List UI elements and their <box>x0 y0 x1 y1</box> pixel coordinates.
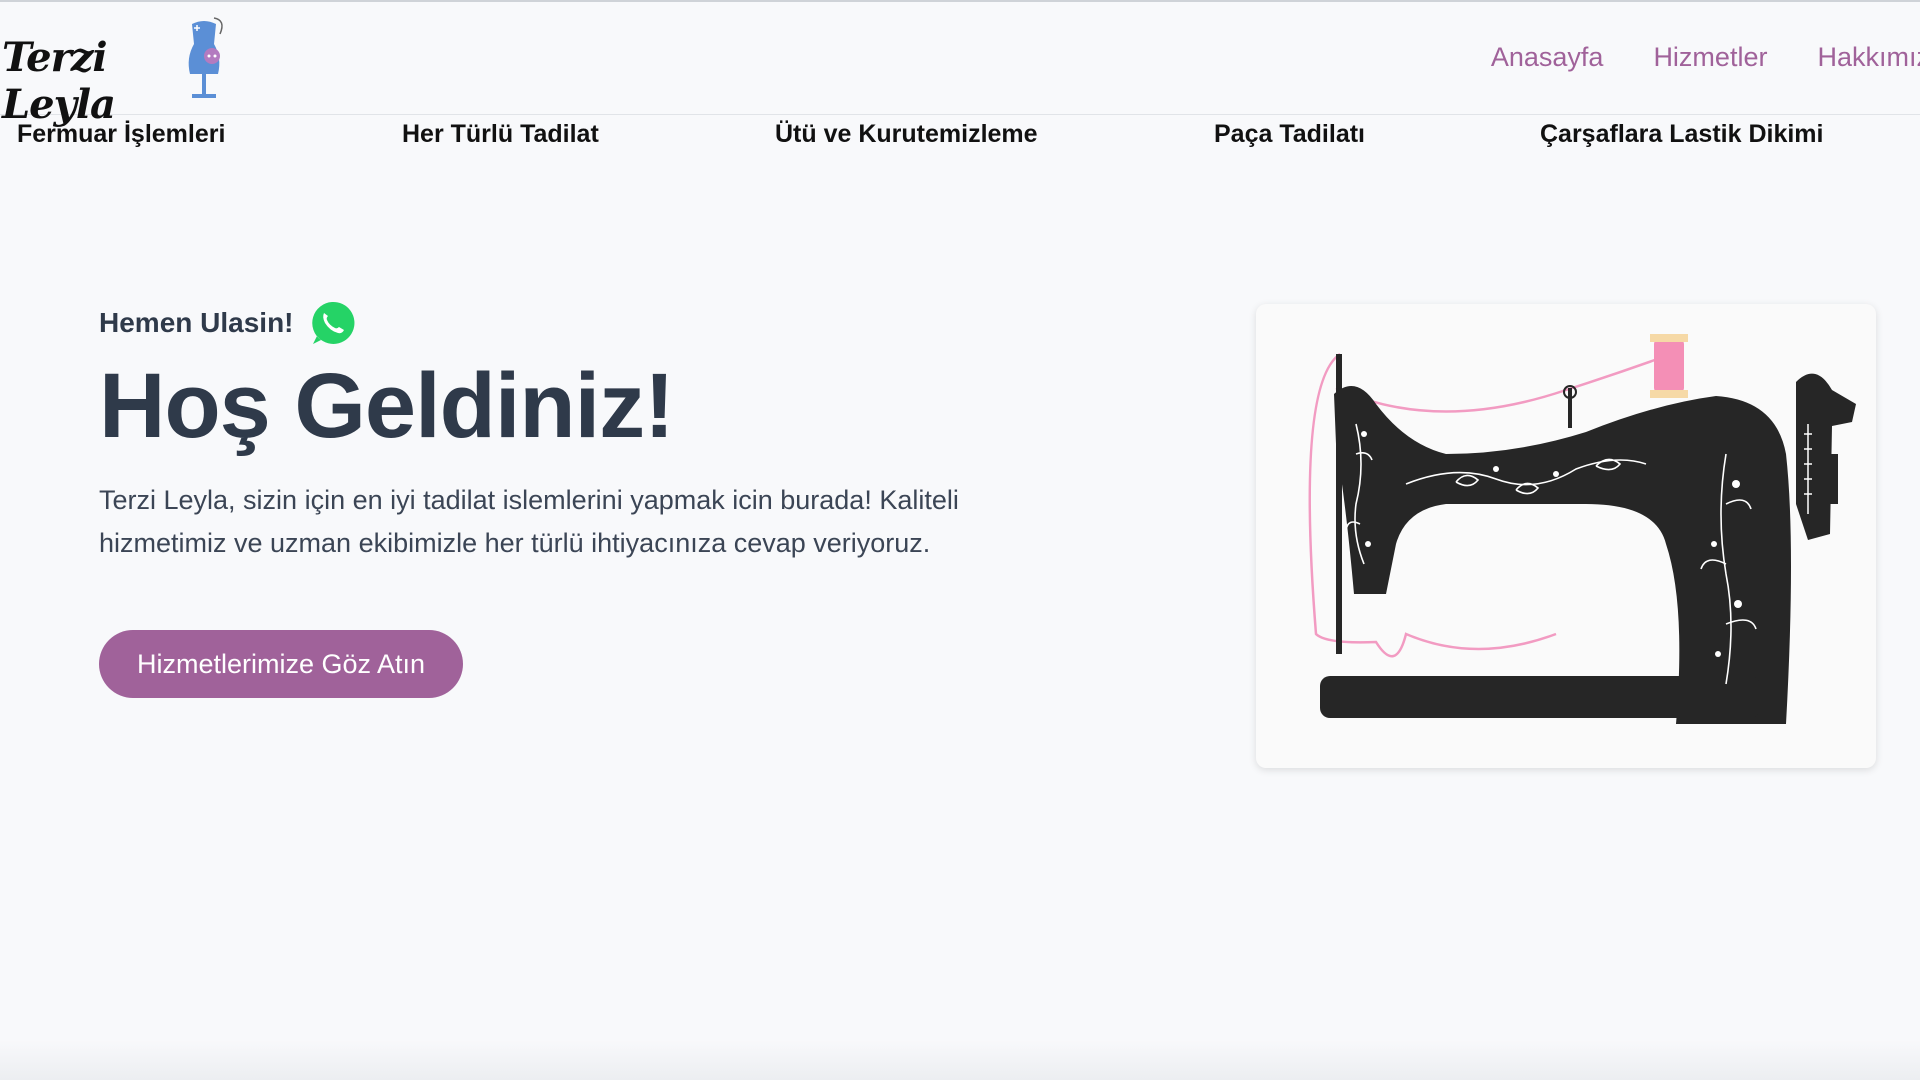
nav-about[interactable]: Hakkımızda <box>1817 42 1920 73</box>
logo[interactable]: Terzi Leyla <box>2 14 232 128</box>
service-link-alterations[interactable]: Her Türlü Tadilat <box>402 120 599 149</box>
dress-form-icon <box>188 17 223 98</box>
nav-home[interactable]: Anasayfa <box>1491 42 1604 73</box>
page-title: Hoş Geldiniz! <box>99 355 675 457</box>
service-link-ironing[interactable]: Ütü ve Kurutemizleme <box>775 120 1038 149</box>
service-bar: Fermuar İşlemleri Her Türlü Tadilat Ütü … <box>0 118 1920 154</box>
section-divider <box>0 1040 1920 1080</box>
hero-section: Hemen Ulasin! Hoş Geldiniz! Terzi Leyla,… <box>99 298 1039 698</box>
service-link-zipper[interactable]: Fermuar İşlemleri <box>17 120 225 149</box>
sewing-machine-icon <box>1308 334 1856 724</box>
whatsapp-icon[interactable] <box>308 299 356 347</box>
site-header: Terzi Leyla Anasayfa Hizmetler Hakkımızd… <box>0 2 1920 128</box>
service-link-hem[interactable]: Paça Tadilatı <box>1214 120 1365 149</box>
contact-text: Hemen Ulasin! <box>99 307 294 338</box>
nav-services[interactable]: Hizmetler <box>1653 42 1767 73</box>
service-link-sheets[interactable]: Çarşaflara Lastik Dikimi <box>1540 120 1823 149</box>
contact-row[interactable]: Hemen Ulasin! <box>99 298 1039 348</box>
hero-description: Terzi Leyla, sizin için en iyi tadilat i… <box>99 484 959 558</box>
main-nav: Anasayfa Hizmetler Hakkımızda <box>1491 42 1920 73</box>
services-cta-button[interactable]: Hizmetlerimize Göz Atın <box>99 629 464 698</box>
hero-image-card <box>1256 304 1876 768</box>
